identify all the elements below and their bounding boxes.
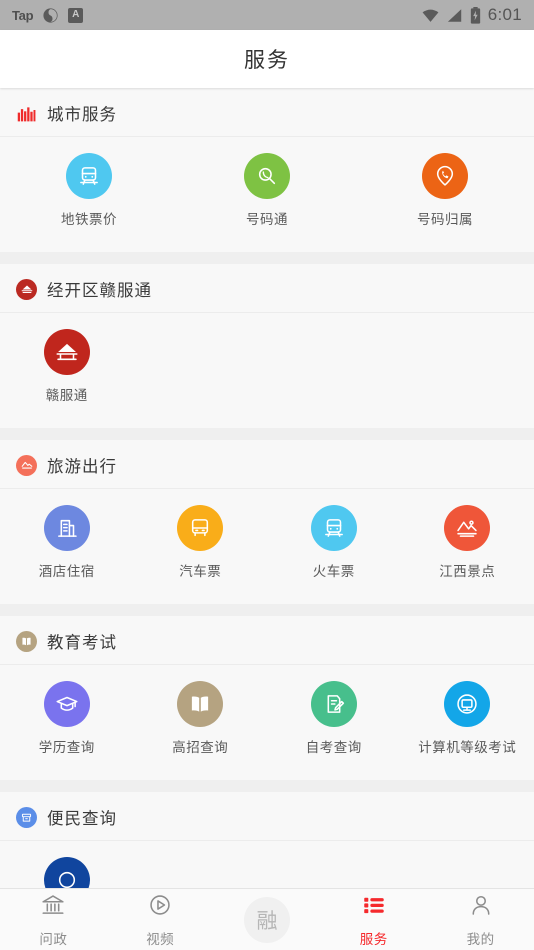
bus-icon (177, 505, 224, 551)
tab-bank[interactable]: 问政 (0, 889, 107, 950)
section-0: 城市服务 地铁票价 号码通 号码归属 (0, 88, 534, 252)
service-item[interactable]: 江西景点 (401, 505, 534, 598)
service-item-label: 江西景点 (439, 564, 496, 579)
service-item[interactable]: 号码通 (178, 153, 356, 246)
app-label: Tap (12, 7, 34, 23)
service-item[interactable] (0, 857, 134, 888)
service-item-label: 自考查询 (305, 740, 362, 755)
section-title: 经开区赣服通 (47, 282, 152, 300)
service-item-label: 计算机等级考试 (418, 740, 517, 755)
landscape-icon (16, 454, 37, 476)
section-header: 教育考试 (0, 616, 534, 665)
rong-center-icon: 融 (243, 896, 290, 943)
service-item-label: 号码通 (245, 212, 288, 227)
service-item[interactable]: 酒店住宿 (0, 505, 134, 598)
service-list[interactable]: 城市服务 地铁票价 号码通 号码归属 经开区赣服通 赣服通 旅游出行 酒店住宿 汽车票… (0, 88, 534, 888)
book-icon (16, 630, 37, 652)
section-divider (0, 780, 534, 792)
section-header: 经开区赣服通 (0, 264, 534, 313)
bank-icon (40, 892, 66, 923)
wifi-icon (421, 8, 440, 23)
section-title: 便民查询 (47, 810, 117, 828)
graduation-cap-icon (43, 681, 90, 727)
section-divider (0, 428, 534, 440)
section-3: 教育考试 学历查询 高招查询 自考查询 计算机等级考试 (0, 616, 534, 780)
monitor-icon (444, 681, 491, 727)
clock: 6:01 (487, 5, 522, 24)
section-grid: 酒店住宿 汽车票 火车票 江西景点 (0, 489, 534, 604)
battery-charging-icon (470, 6, 481, 24)
service-item-label: 高招查询 (172, 740, 229, 755)
section-header: 城市服务 (0, 88, 534, 137)
section-header: 旅游出行 (0, 440, 534, 489)
person-icon (468, 892, 494, 923)
pavilion-icon (43, 329, 90, 375)
swirl-icon (42, 7, 59, 24)
service-item[interactable]: 火车票 (267, 505, 401, 598)
page-header: 服务 (0, 30, 534, 88)
clipped-icon (43, 857, 90, 888)
app-root: Tap A 6:01 服务 城市服务 地铁票价 号码通 号码归属 经开区赣服通 … (0, 0, 534, 950)
service-item[interactable]: 计算机等级考试 (401, 681, 534, 774)
hotel-icon (43, 505, 90, 551)
notification-badge-icon: A (68, 7, 84, 23)
subway-icon (65, 153, 112, 199)
service-item-label: 汽车票 (179, 564, 222, 579)
service-item[interactable]: 高招查询 (134, 681, 268, 774)
section-1: 经开区赣服通 赣服通 (0, 264, 534, 428)
phone-search-icon (243, 153, 290, 199)
tab-label: 问政 (39, 931, 68, 947)
service-item-label: 火车票 (312, 564, 355, 579)
section-divider (0, 604, 534, 616)
tab-center-rong[interactable]: 融 (214, 889, 321, 950)
section-title: 旅游出行 (47, 458, 117, 476)
mountain-icon (444, 505, 491, 551)
section-4: 便民查询 (0, 792, 534, 888)
tab-play-circle[interactable]: 视频 (107, 889, 214, 950)
section-grid (0, 841, 534, 888)
section-header: 便民查询 (0, 792, 534, 841)
tab-label: 视频 (146, 931, 175, 947)
status-bar-right: 6:01 (421, 5, 522, 25)
play-circle-icon (147, 892, 173, 923)
section-title: 教育考试 (47, 634, 117, 652)
notepad-pen-icon (310, 681, 357, 727)
service-item[interactable]: 地铁票价 (0, 153, 178, 246)
pavilion-icon (16, 278, 37, 300)
bottom-tab-bar: 问政 视频 融服务 我的 (0, 888, 534, 950)
service-item[interactable]: 号码归属 (356, 153, 534, 246)
service-item-label: 赣服通 (45, 388, 88, 403)
section-title: 城市服务 (47, 106, 117, 124)
service-item[interactable]: 学历查询 (0, 681, 134, 774)
open-book-icon (177, 681, 224, 727)
service-item-label: 酒店住宿 (38, 564, 95, 579)
tab-label: 我的 (466, 931, 495, 947)
tab-list[interactable]: 服务 (320, 889, 427, 950)
status-bar-left: Tap A (12, 7, 84, 24)
section-divider (0, 252, 534, 264)
train-icon (310, 505, 357, 551)
service-item[interactable]: 汽车票 (134, 505, 268, 598)
tab-label: 服务 (359, 931, 388, 947)
city-skyline-icon (16, 103, 37, 124)
service-item-label: 号码归属 (416, 212, 473, 227)
section-2: 旅游出行 酒店住宿 汽车票 火车票 江西景点 (0, 440, 534, 604)
section-grid: 地铁票价 号码通 号码归属 (0, 137, 534, 252)
page-title: 服务 (244, 49, 290, 72)
tab-person[interactable]: 我的 (427, 889, 534, 950)
status-bar: Tap A 6:01 (0, 0, 534, 30)
service-item-label: 地铁票价 (60, 212, 117, 227)
phone-location-icon (421, 153, 468, 199)
archive-icon (16, 806, 37, 828)
section-grid: 学历查询 高招查询 自考查询 计算机等级考试 (0, 665, 534, 780)
service-item-label: 学历查询 (38, 740, 95, 755)
list-icon (361, 892, 387, 923)
service-item[interactable]: 自考查询 (267, 681, 401, 774)
signal-icon (447, 8, 463, 23)
section-grid: 赣服通 (0, 313, 534, 428)
service-item[interactable]: 赣服通 (0, 329, 134, 422)
